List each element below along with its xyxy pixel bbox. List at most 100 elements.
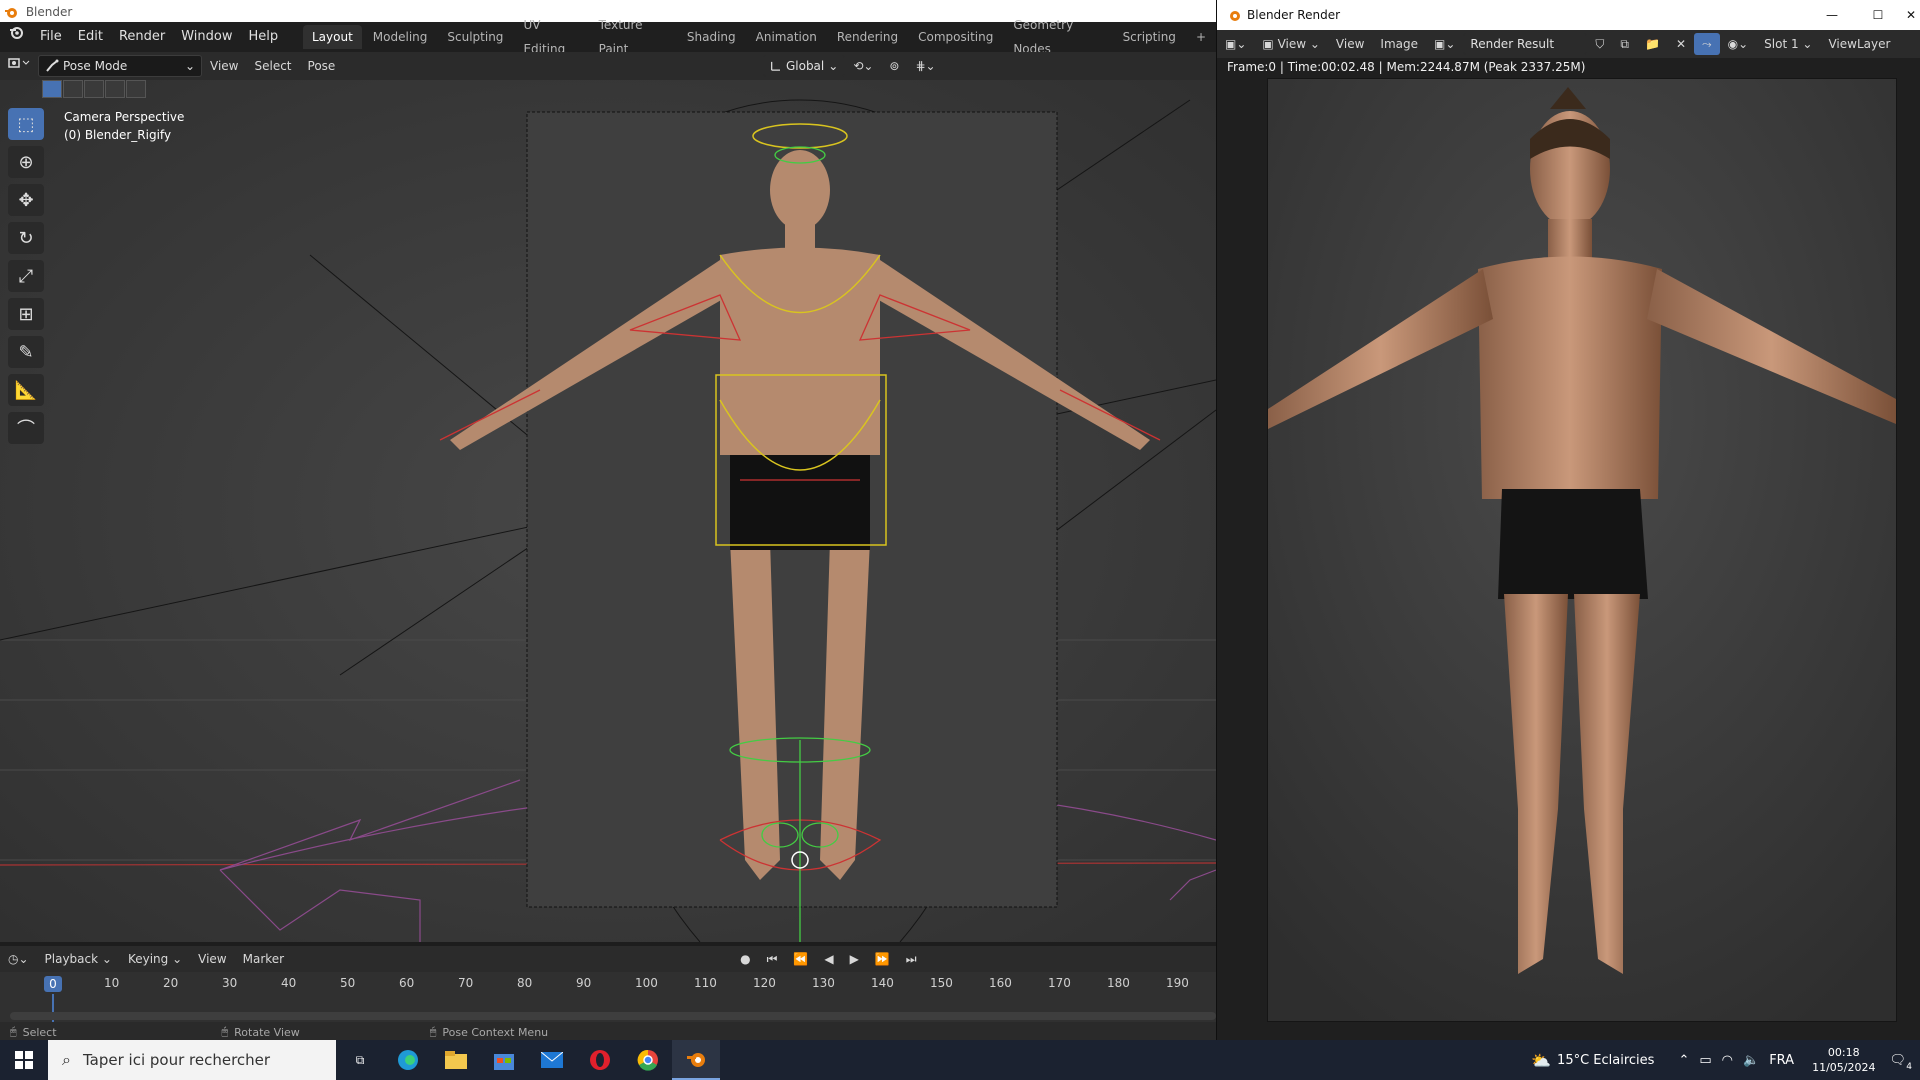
view-layer-label[interactable]: ViewLayer bbox=[1820, 33, 1898, 55]
image-browse-icon[interactable]: ▣⌄ bbox=[1426, 33, 1463, 55]
render-result-field[interactable]: Render Result bbox=[1463, 33, 1588, 55]
select-extend-icon[interactable] bbox=[63, 80, 83, 98]
image-editor-type-icon[interactable]: ▣⌄ bbox=[1217, 33, 1254, 55]
menu-window[interactable]: Window bbox=[173, 22, 240, 52]
meet-now-icon[interactable]: ▭ bbox=[1699, 1053, 1711, 1068]
microsoft-store-icon[interactable] bbox=[480, 1040, 528, 1080]
status-context-label: Pose Context Menu bbox=[442, 1025, 549, 1039]
viewport-scene bbox=[0, 80, 1216, 942]
edge-browser-icon[interactable] bbox=[384, 1040, 432, 1080]
timeline-area[interactable]: 0 10 20 30 40 50 60 70 80 90 100 110 120 130 140 150 16… bbox=[0, 972, 1216, 1028]
menu-help[interactable]: Help bbox=[241, 22, 287, 52]
blender-taskbar-icon[interactable] bbox=[672, 1040, 720, 1080]
clock[interactable]: 00:18 11/05/2024 bbox=[1812, 1045, 1875, 1075]
3d-viewport[interactable] bbox=[0, 80, 1216, 942]
tool-settings-icon[interactable]: ⤳ bbox=[1694, 33, 1720, 55]
view-mode-label: View bbox=[1277, 37, 1307, 51]
opera-icon[interactable] bbox=[576, 1040, 624, 1080]
snap-target-icon[interactable]: ⋕⌄ bbox=[907, 55, 943, 77]
file-explorer-icon[interactable] bbox=[432, 1040, 480, 1080]
menu-edit[interactable]: Edit bbox=[70, 22, 111, 52]
overlay-icon[interactable]: ◉⌄ bbox=[1720, 33, 1757, 55]
tab-animation[interactable]: Animation bbox=[747, 25, 826, 49]
tab-rendering[interactable]: Rendering bbox=[828, 25, 907, 49]
record-icon[interactable]: ● bbox=[732, 948, 758, 970]
editor-type-icon[interactable] bbox=[0, 55, 38, 77]
mode-dropdown[interactable]: Pose Mode ⌄ bbox=[38, 55, 202, 77]
keying-label: Keying bbox=[127, 952, 169, 966]
measure-icon[interactable]: 📐 bbox=[8, 374, 44, 406]
snap-icon[interactable]: ⊚ bbox=[881, 55, 907, 77]
select-subtract-icon[interactable] bbox=[84, 80, 104, 98]
transform-icon[interactable]: ⊞ bbox=[8, 298, 44, 330]
slot-dropdown[interactable]: Slot 1 ⌄ bbox=[1756, 33, 1820, 55]
notifications-icon[interactable]: 🗨 4 bbox=[1889, 1053, 1912, 1072]
select-box-icon[interactable]: ⬚ bbox=[8, 108, 44, 140]
search-input[interactable]: Taper ici pour rechercher bbox=[83, 1051, 270, 1069]
menu-select[interactable]: Select bbox=[246, 55, 299, 77]
clock-time: 00:18 bbox=[1827, 1046, 1860, 1059]
keying-menu[interactable]: Keying ⌄ bbox=[120, 948, 190, 970]
prev-keyframe-icon[interactable]: ⏪ bbox=[785, 948, 816, 970]
timeline-scrollbar[interactable] bbox=[10, 1012, 1216, 1020]
minimize-icon[interactable]: — bbox=[1809, 8, 1855, 22]
select-intersect-icon[interactable] bbox=[126, 80, 146, 98]
select-new-icon[interactable] bbox=[42, 80, 62, 98]
relax-pose-icon[interactable]: ⌒ bbox=[8, 412, 44, 444]
tab-sculpting[interactable]: Sculpting bbox=[438, 25, 512, 49]
maximize-icon[interactable]: ☐ bbox=[1855, 8, 1901, 22]
tab-modeling[interactable]: Modeling bbox=[364, 25, 437, 49]
wifi-icon[interactable]: ◠ bbox=[1722, 1053, 1733, 1068]
viewport-object-label: (0) Blender_Rigify bbox=[64, 128, 172, 142]
render-result-image[interactable] bbox=[1267, 78, 1897, 1022]
task-view-icon[interactable]: ⧉ bbox=[336, 1040, 384, 1080]
play-reverse-icon[interactable]: ◀ bbox=[816, 948, 841, 970]
menu-render[interactable]: Render bbox=[111, 22, 173, 52]
volume-icon[interactable]: 🔈 bbox=[1743, 1053, 1759, 1068]
blender-menu-icon[interactable] bbox=[0, 22, 32, 52]
mail-icon[interactable] bbox=[528, 1040, 576, 1080]
pivot-point-icon[interactable]: ⟲⌄ bbox=[845, 55, 881, 77]
playback-menu[interactable]: Playback ⌄ bbox=[37, 948, 120, 970]
cursor-icon[interactable]: ⊕ bbox=[8, 146, 44, 178]
chrome-icon[interactable] bbox=[624, 1040, 672, 1080]
taskbar-search[interactable]: ⌕ Taper ici pour rechercher bbox=[48, 1040, 336, 1080]
tab-shading[interactable]: Shading bbox=[678, 25, 745, 49]
view-mode-dropdown[interactable]: ▣ View ⌄ bbox=[1254, 33, 1328, 55]
play-icon[interactable]: ▶ bbox=[842, 948, 867, 970]
menu-pose[interactable]: Pose bbox=[300, 55, 344, 77]
fake-user-icon[interactable]: ⛉ bbox=[1587, 33, 1612, 55]
current-frame-indicator[interactable]: 0 bbox=[44, 976, 62, 992]
menu-image[interactable]: Image bbox=[1372, 33, 1426, 55]
transform-orientation-dropdown[interactable]: Global ⌄ bbox=[763, 55, 846, 77]
language-indicator[interactable]: FRA bbox=[1769, 1053, 1794, 1068]
status-select: 🖱 Select bbox=[10, 1025, 57, 1039]
open-image-icon[interactable]: 📁 bbox=[1637, 33, 1668, 55]
menu-view-render[interactable]: View bbox=[1328, 33, 1372, 55]
timeline-view-menu[interactable]: View bbox=[190, 948, 234, 970]
add-workspace-button[interactable]: + bbox=[1187, 25, 1215, 49]
next-keyframe-icon[interactable]: ⏩ bbox=[867, 948, 898, 970]
windows-start-icon[interactable] bbox=[0, 1040, 48, 1080]
weather-icon[interactable]: ⛅ bbox=[1531, 1051, 1551, 1070]
menu-file[interactable]: File bbox=[32, 22, 70, 52]
select-invert-icon[interactable] bbox=[105, 80, 125, 98]
annotate-icon[interactable]: ✎ bbox=[8, 336, 44, 368]
show-hidden-icon[interactable]: ⌃ bbox=[1678, 1053, 1689, 1068]
jump-start-icon[interactable]: ⏮ bbox=[759, 948, 786, 970]
close-icon[interactable]: ✕ bbox=[1901, 8, 1920, 22]
unlink-icon[interactable]: ✕ bbox=[1668, 33, 1694, 55]
new-image-icon[interactable]: ⧉ bbox=[1612, 33, 1637, 55]
tab-scripting[interactable]: Scripting bbox=[1114, 25, 1185, 49]
menu-view[interactable]: View bbox=[202, 55, 246, 77]
slot-label: Slot 1 bbox=[1764, 37, 1799, 51]
tab-layout[interactable]: Layout bbox=[303, 25, 362, 49]
marker-menu[interactable]: Marker bbox=[235, 948, 292, 970]
weather-label[interactable]: 15°C Eclaircies bbox=[1557, 1053, 1654, 1068]
timeline-editor-icon[interactable]: ◷⌄ bbox=[0, 948, 37, 970]
jump-end-icon[interactable]: ⏭ bbox=[898, 948, 925, 970]
move-icon[interactable]: ✥ bbox=[8, 184, 44, 216]
scale-icon[interactable]: ⤢ bbox=[8, 260, 44, 292]
rotate-icon[interactable]: ↻ bbox=[8, 222, 44, 254]
tab-compositing[interactable]: Compositing bbox=[909, 25, 1002, 49]
